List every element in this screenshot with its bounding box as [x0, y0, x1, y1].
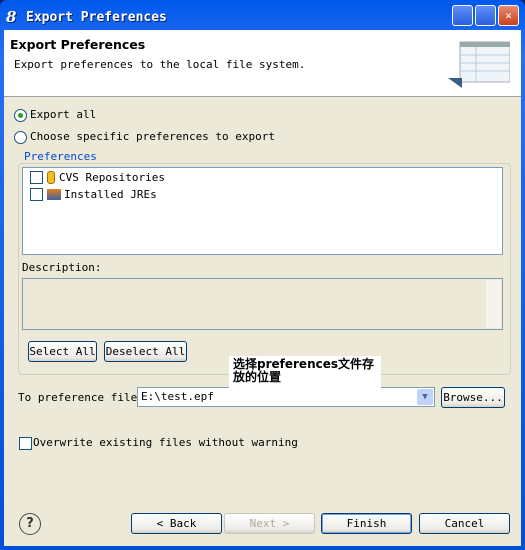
- next-button: Next >: [224, 513, 315, 534]
- help-icon[interactable]: ?: [19, 513, 41, 535]
- checkbox[interactable]: [30, 171, 43, 184]
- minimize-button[interactable]: [452, 5, 473, 26]
- checkbox[interactable]: [19, 436, 32, 450]
- finish-button[interactable]: Finish: [321, 513, 412, 534]
- jre-icon: [47, 189, 61, 200]
- maximize-button[interactable]: [475, 5, 496, 26]
- radio-indicator[interactable]: [14, 130, 27, 144]
- list-item[interactable]: CVS Repositories: [30, 171, 165, 184]
- wizard-header: Export Preferences Export preferences to…: [4, 30, 521, 97]
- preferences-group-label: Preferences: [22, 150, 99, 163]
- description-label: Description:: [22, 261, 102, 274]
- radio-indicator[interactable]: [14, 108, 27, 122]
- chevron-down-icon[interactable]: ▼: [417, 389, 433, 405]
- cylinder-icon: [47, 171, 55, 184]
- title-bar: 8 Export Preferences: [6, 6, 167, 28]
- browse-button[interactable]: Browse...: [441, 387, 505, 408]
- page-title: Export Preferences: [10, 37, 146, 52]
- radio-choose-specific[interactable]: Choose specific preferences to export: [14, 130, 275, 144]
- radio-export-all[interactable]: Export all: [14, 108, 96, 122]
- checkbox[interactable]: [30, 188, 43, 201]
- file-label: To preference file:: [18, 391, 144, 404]
- overwrite-checkbox[interactable]: Overwrite existing files without warning: [19, 436, 298, 450]
- annotation-note: 选择preferences文件存放的位置: [229, 356, 381, 406]
- scrollbar[interactable]: [486, 280, 501, 328]
- export-banner-icon: [448, 41, 510, 88]
- dialog-window: 8 Export Preferences ✕ Export Preference…: [0, 0, 525, 550]
- deselect-all-button[interactable]: Deselect All: [104, 341, 187, 362]
- close-button[interactable]: ✕: [498, 5, 519, 26]
- preferences-list[interactable]: CVS Repositories Installed JREs: [22, 167, 503, 255]
- back-button[interactable]: < Back: [131, 513, 222, 534]
- description-box: [22, 278, 503, 330]
- cancel-button[interactable]: Cancel: [419, 513, 510, 534]
- eclipse-icon: 8: [6, 8, 17, 26]
- window-title: Export Preferences: [26, 9, 167, 25]
- list-item[interactable]: Installed JREs: [30, 188, 157, 201]
- select-all-button[interactable]: Select All: [28, 341, 97, 362]
- dialog-client: Export Preferences Export preferences to…: [4, 30, 521, 546]
- page-description: Export preferences to the local file sys…: [14, 58, 306, 71]
